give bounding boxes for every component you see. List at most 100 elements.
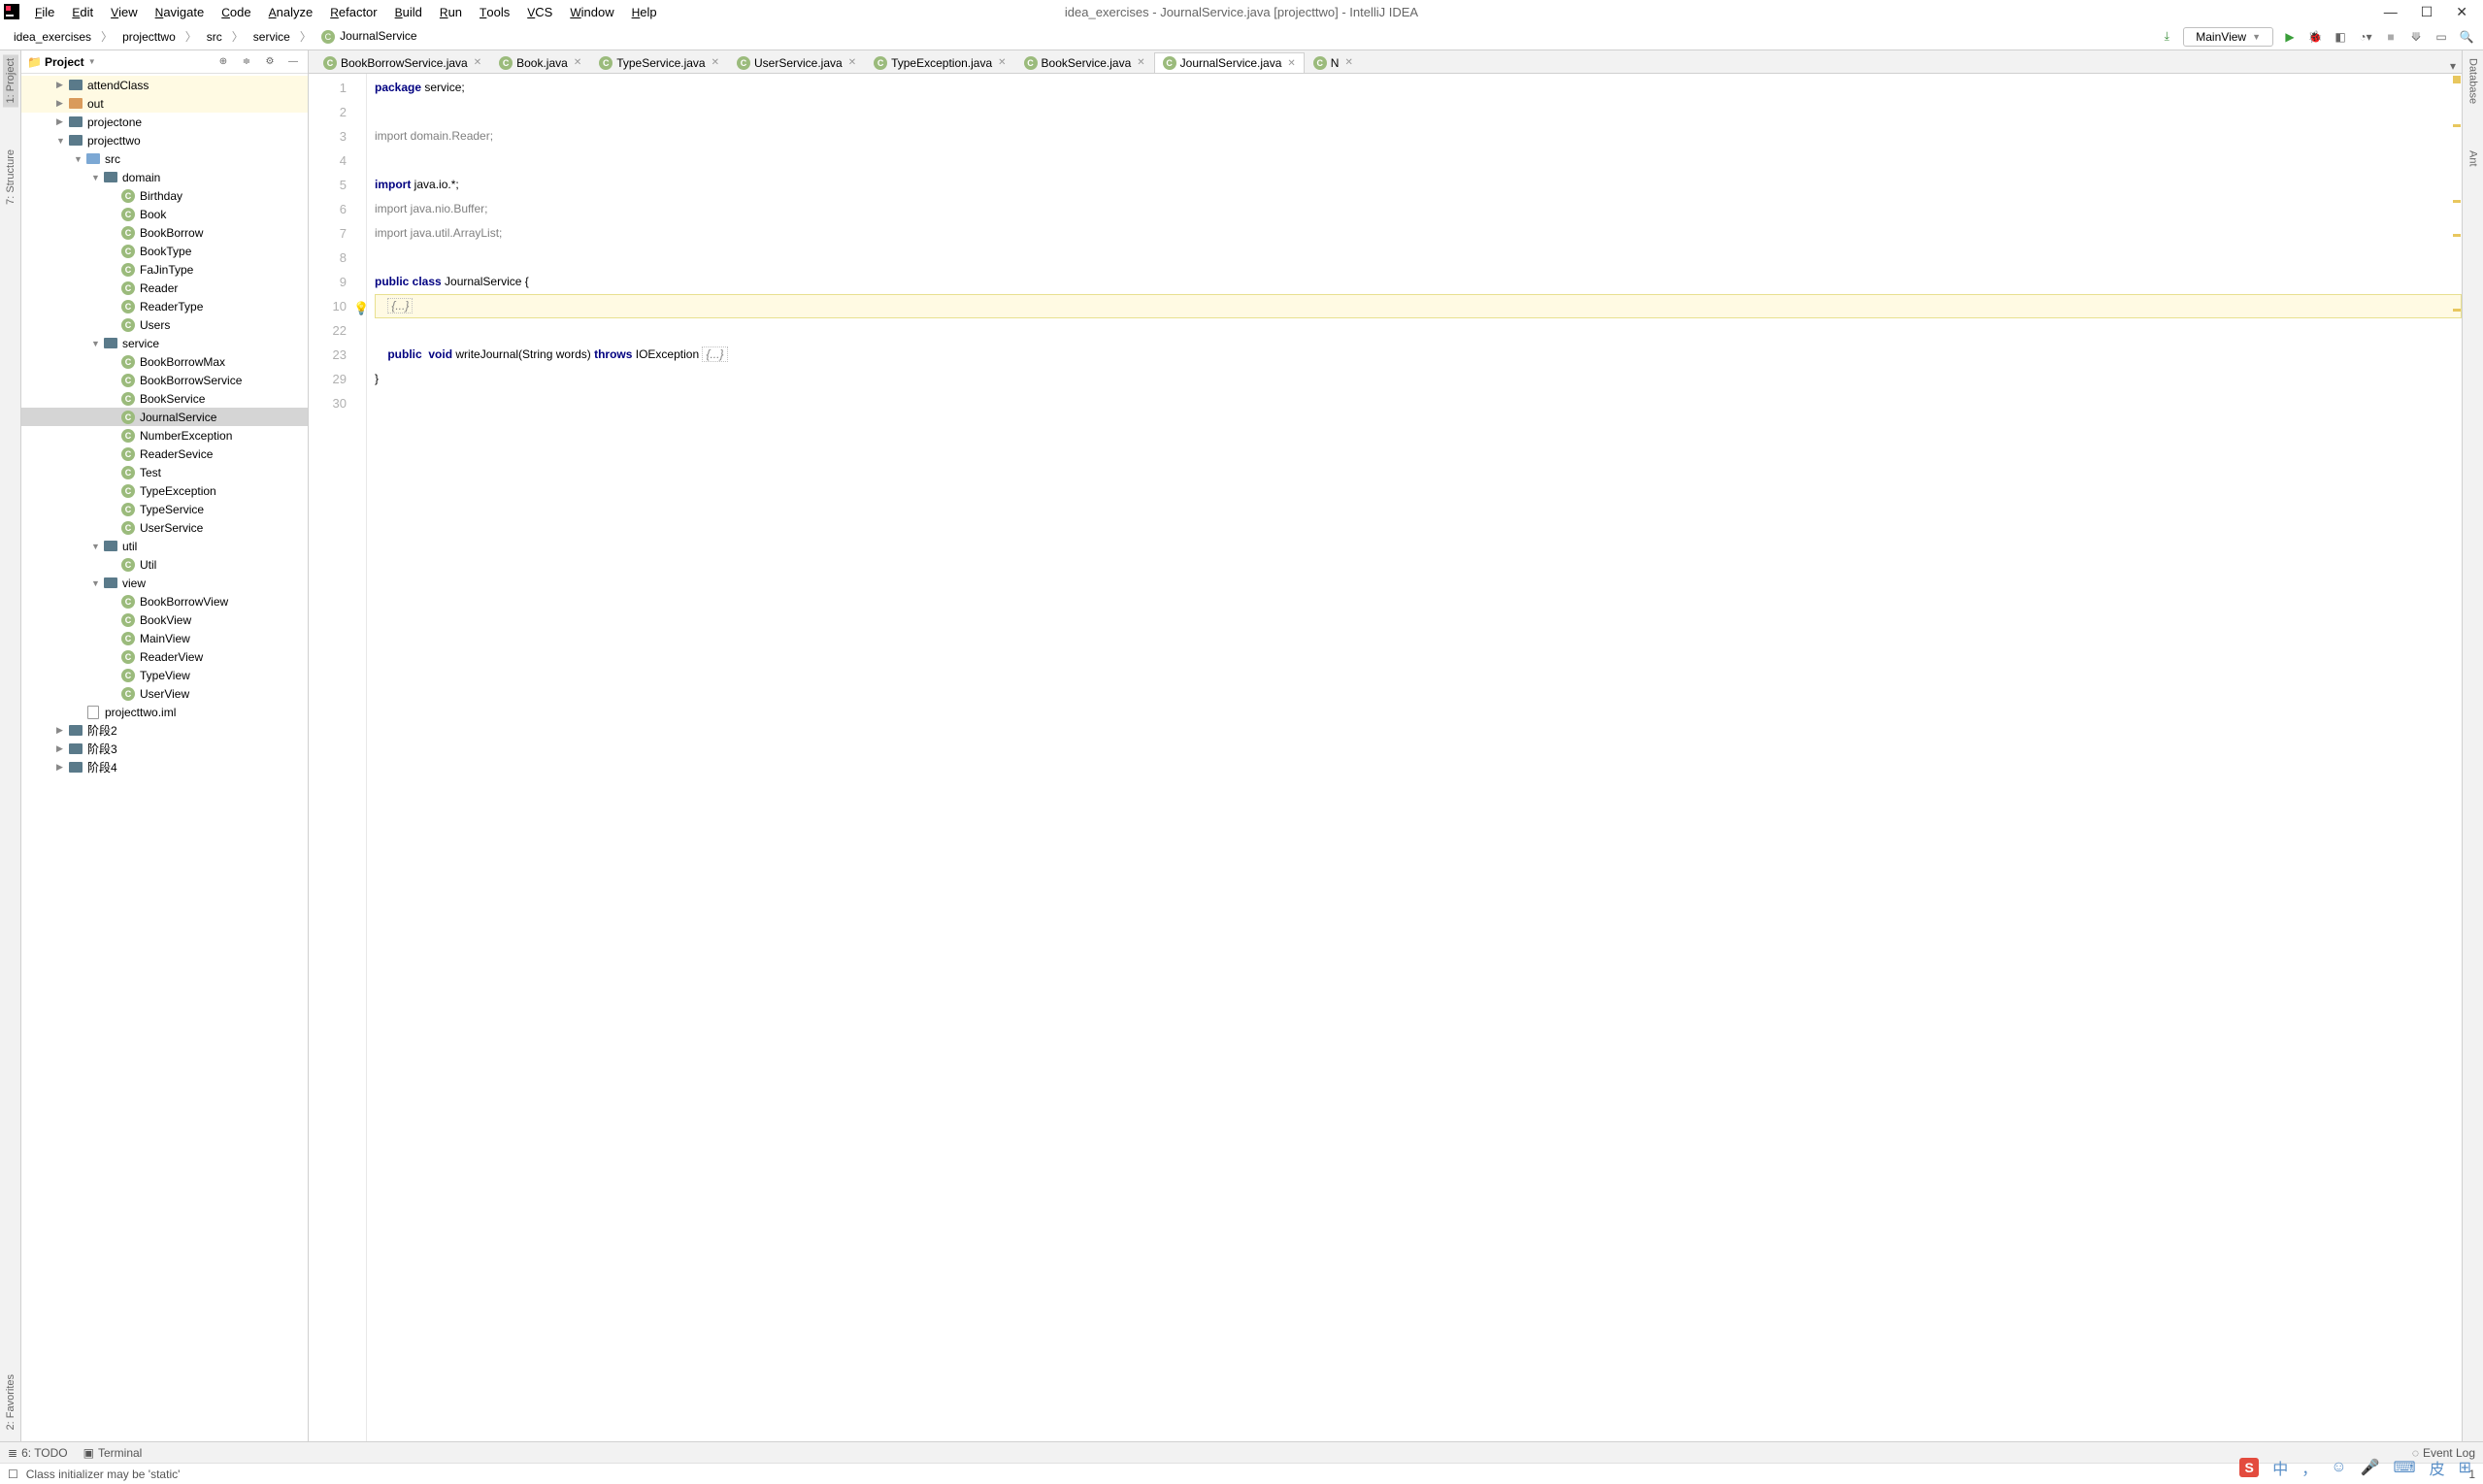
- tree-item[interactable]: CBookView: [21, 610, 308, 629]
- stop-button-icon[interactable]: ■: [2382, 28, 2400, 46]
- editor-tab[interactable]: CTypeService.java✕: [590, 51, 728, 73]
- editor-tab[interactable]: CN✕: [1305, 51, 1362, 73]
- debug-button-icon[interactable]: 🐞: [2306, 28, 2324, 46]
- menu-navigate[interactable]: Navigate: [148, 3, 213, 21]
- tree-item[interactable]: CUserService: [21, 518, 308, 537]
- tree-item[interactable]: CTypeException: [21, 481, 308, 500]
- tree-item[interactable]: CBook: [21, 205, 308, 223]
- breadcrumb[interactable]: idea_exercises〉projecttwo〉src〉service〉C …: [8, 27, 423, 46]
- code-line[interactable]: package service;: [375, 76, 2462, 100]
- tree-item[interactable]: CReader: [21, 279, 308, 297]
- project-structure-icon[interactable]: ▭: [2433, 28, 2450, 46]
- code-line[interactable]: import java.io.*;: [375, 173, 2462, 197]
- close-tab-icon[interactable]: ✕: [1287, 58, 1295, 69]
- maximize-button[interactable]: ☐: [2421, 4, 2433, 20]
- ime-menu-icon[interactable]: ⊞: [2459, 1458, 2471, 1477]
- project-panel-title[interactable]: 📁 Project ▼: [27, 55, 96, 69]
- code-line[interactable]: [375, 391, 2462, 415]
- ime-keyboard-icon[interactable]: ⌨: [2393, 1458, 2415, 1477]
- close-tab-icon[interactable]: ✕: [1344, 57, 1352, 68]
- code-line[interactable]: [375, 246, 2462, 270]
- code-line[interactable]: 💡 {...}: [375, 294, 2462, 318]
- menu-edit[interactable]: Edit: [64, 3, 101, 21]
- code-line[interactable]: public void writeJournal(String words) t…: [375, 343, 2462, 367]
- tree-item[interactable]: CBookBorrowMax: [21, 352, 308, 371]
- tree-item[interactable]: CReaderView: [21, 647, 308, 666]
- menu-refactor[interactable]: Refactor: [322, 3, 384, 21]
- tree-item[interactable]: CBookType: [21, 242, 308, 260]
- close-tab-icon[interactable]: ✕: [998, 57, 1006, 68]
- tool-windows-icon[interactable]: ☐: [8, 1468, 18, 1481]
- update-project-icon[interactable]: ⟱: [2407, 28, 2425, 46]
- code-content[interactable]: package service; import domain.Reader; imp…: [367, 74, 2462, 1441]
- tool-window-ant[interactable]: Ant: [2466, 147, 2481, 171]
- expand-all-icon[interactable]: ≑: [238, 53, 255, 71]
- menu-build[interactable]: Build: [387, 3, 430, 21]
- tree-item[interactable]: CMainView: [21, 629, 308, 647]
- minimize-button[interactable]: —: [2384, 4, 2398, 20]
- breadcrumb-item[interactable]: projecttwo: [116, 28, 182, 46]
- menu-help[interactable]: Help: [624, 3, 665, 21]
- ime-lang-icon[interactable]: 中: [2272, 1456, 2288, 1479]
- tree-item[interactable]: projecttwo: [21, 131, 308, 149]
- build-icon[interactable]: ⤓: [2158, 28, 2175, 46]
- tree-item[interactable]: CBookBorrow: [21, 223, 308, 242]
- close-button[interactable]: ✕: [2456, 4, 2467, 20]
- code-line[interactable]: import java.nio.Buffer;: [375, 197, 2462, 221]
- tree-item[interactable]: CBookService: [21, 389, 308, 408]
- code-line[interactable]: import domain.Reader;: [375, 124, 2462, 148]
- tree-item[interactable]: src: [21, 149, 308, 168]
- settings-gear-icon[interactable]: ⚙: [261, 53, 279, 71]
- tree-item[interactable]: 阶段3: [21, 740, 308, 758]
- run-button-icon[interactable]: ▶: [2281, 28, 2299, 46]
- tree-item[interactable]: CTest: [21, 463, 308, 481]
- tree-item[interactable]: CUserView: [21, 684, 308, 703]
- close-tab-icon[interactable]: ✕: [474, 57, 481, 68]
- tree-item[interactable]: CJournalService: [21, 408, 308, 426]
- tool-window-project[interactable]: 1: Project: [3, 54, 18, 107]
- code-line[interactable]: [375, 148, 2462, 173]
- tree-item[interactable]: CBookBorrowService: [21, 371, 308, 389]
- hide-panel-icon[interactable]: —: [284, 53, 302, 71]
- menu-vcs[interactable]: VCS: [519, 3, 560, 21]
- tool-window-structure[interactable]: 7: Structure: [3, 146, 18, 209]
- editor-tab[interactable]: CBookService.java✕: [1015, 51, 1154, 73]
- tree-item[interactable]: CUtil: [21, 555, 308, 574]
- tree-item[interactable]: CUsers: [21, 315, 308, 334]
- editor-gutter[interactable]: 1234567891022232930: [309, 74, 367, 1441]
- breadcrumb-item[interactable]: C JournalService: [315, 27, 423, 46]
- menu-view[interactable]: View: [103, 3, 146, 21]
- breadcrumb-item[interactable]: src: [201, 28, 228, 46]
- terminal-tool-button[interactable]: ▣ Terminal: [83, 1446, 143, 1460]
- menu-tools[interactable]: Tools: [472, 3, 517, 21]
- editor-tab[interactable]: CUserService.java✕: [728, 51, 865, 73]
- ime-punct-icon[interactable]: ，: [2301, 1456, 2317, 1479]
- breadcrumb-item[interactable]: service: [248, 28, 296, 46]
- sogou-icon[interactable]: S: [2239, 1458, 2259, 1477]
- tool-window-database[interactable]: Database: [2466, 54, 2481, 108]
- close-tab-icon[interactable]: ✕: [712, 57, 719, 68]
- close-tab-icon[interactable]: ✕: [574, 57, 581, 68]
- search-everywhere-icon[interactable]: 🔍: [2458, 28, 2475, 46]
- menu-analyze[interactable]: Analyze: [261, 3, 321, 21]
- tree-item[interactable]: projectone: [21, 113, 308, 131]
- code-line[interactable]: [375, 318, 2462, 343]
- tree-item[interactable]: 阶段2: [21, 721, 308, 740]
- tree-item[interactable]: util: [21, 537, 308, 555]
- tree-item[interactable]: CTypeView: [21, 666, 308, 684]
- tree-item[interactable]: CReaderSevice: [21, 445, 308, 463]
- profiler-button-icon[interactable]: ◔▾: [2357, 28, 2374, 46]
- tree-item[interactable]: domain: [21, 168, 308, 186]
- code-line[interactable]: [375, 100, 2462, 124]
- ime-voice-icon[interactable]: 🎤: [2361, 1458, 2380, 1477]
- menu-code[interactable]: Code: [214, 3, 258, 21]
- tree-item[interactable]: CTypeService: [21, 500, 308, 518]
- editor-tab[interactable]: CBookBorrowService.java✕: [315, 51, 490, 73]
- tab-dropdown-icon[interactable]: ▾: [2450, 59, 2456, 73]
- menu-run[interactable]: Run: [432, 3, 470, 21]
- code-editor[interactable]: 1234567891022232930 package service; impo…: [309, 74, 2462, 1441]
- ime-emoji-icon[interactable]: ☺: [2331, 1459, 2346, 1476]
- project-tree[interactable]: attendClassoutprojectoneprojecttwosrcdom…: [21, 74, 308, 1441]
- ime-toolbar[interactable]: S 中 ， ☺ 🎤 ⌨ 皮 ⊞: [2234, 1455, 2477, 1480]
- tree-item[interactable]: projecttwo.iml: [21, 703, 308, 721]
